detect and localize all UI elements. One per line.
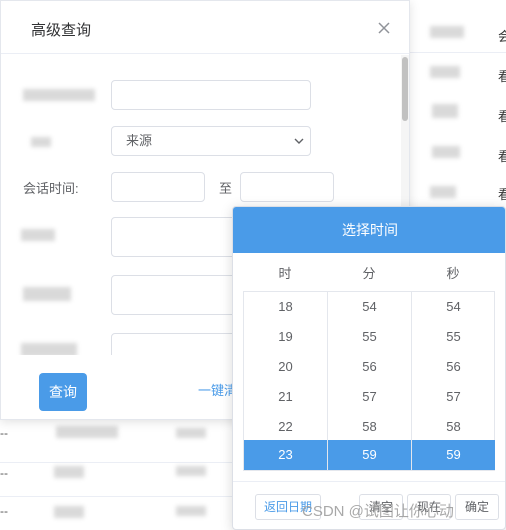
second-column-header: 秒 bbox=[446, 266, 460, 281]
form-label-blurred bbox=[23, 287, 71, 301]
query-button[interactable]: 查询 bbox=[39, 373, 87, 411]
minute-column-header: 分 bbox=[362, 266, 376, 281]
session-time-start-input[interactable] bbox=[111, 172, 205, 202]
form-label-blurred bbox=[31, 137, 51, 147]
blurred-text bbox=[430, 26, 464, 38]
confirm-button[interactable]: 确定 bbox=[455, 494, 499, 520]
form-label-blurred bbox=[23, 89, 95, 101]
minute-option[interactable]: 57 bbox=[328, 382, 411, 412]
hour-option[interactable]: 21 bbox=[244, 382, 327, 412]
second-option[interactable]: 54 bbox=[412, 292, 495, 322]
table-cell: -- bbox=[0, 504, 8, 518]
blurred-text bbox=[176, 466, 206, 476]
second-column: 54 55 56 57 58 59 bbox=[412, 292, 496, 470]
table-cell: 看 bbox=[498, 69, 506, 84]
hour-option-selected[interactable]: 23 bbox=[244, 440, 327, 470]
dialog-header: 高级查询 bbox=[1, 1, 409, 54]
hour-column-header: 时 bbox=[278, 266, 292, 281]
hour-option[interactable]: 18 bbox=[244, 292, 327, 322]
close-icon[interactable] bbox=[373, 17, 395, 39]
session-time-end-input[interactable] bbox=[240, 172, 334, 202]
blurred-text bbox=[430, 66, 460, 78]
table-cell: 看 bbox=[498, 187, 506, 202]
second-option[interactable]: 55 bbox=[412, 322, 495, 352]
source-select[interactable]: 来源 bbox=[111, 126, 311, 156]
source-select-value: 来源 bbox=[126, 133, 153, 148]
minute-option-selected[interactable]: 59 bbox=[328, 440, 411, 470]
scrollbar-thumb[interactable] bbox=[402, 57, 408, 121]
time-picker: 选择时间 时 分 秒 18 19 20 21 22 23 54 55 56 57… bbox=[232, 206, 506, 530]
blurred-text bbox=[176, 506, 206, 516]
time-picker-title: 选择时间 bbox=[233, 207, 505, 253]
table-cell: 会 bbox=[498, 29, 506, 44]
table-cell: 看 bbox=[498, 149, 506, 164]
blurred-text bbox=[432, 146, 460, 158]
second-option-selected[interactable]: 59 bbox=[412, 440, 495, 470]
blurred-text bbox=[432, 104, 458, 118]
form-label-blurred bbox=[21, 229, 55, 241]
blurred-text bbox=[54, 506, 84, 518]
blurred-text bbox=[176, 428, 206, 438]
form-label-blurred bbox=[21, 343, 77, 355]
hour-option[interactable]: 19 bbox=[244, 322, 327, 352]
table-cell: 看 bbox=[498, 109, 506, 124]
chevron-down-icon bbox=[294, 138, 304, 144]
minute-option[interactable]: 54 bbox=[328, 292, 411, 322]
csdn-watermark: CSDN @试图让你心动 bbox=[302, 503, 454, 520]
minute-column: 54 55 56 57 58 59 bbox=[328, 292, 412, 470]
hour-column: 18 19 20 21 22 23 bbox=[244, 292, 328, 470]
blurred-text bbox=[56, 426, 118, 438]
minute-option[interactable]: 56 bbox=[328, 352, 411, 382]
dialog-title: 高级查询 bbox=[31, 22, 92, 39]
second-option[interactable]: 56 bbox=[412, 352, 495, 382]
minute-option[interactable]: 55 bbox=[328, 322, 411, 352]
second-option[interactable]: 57 bbox=[412, 382, 495, 412]
to-label: 至 bbox=[219, 181, 233, 196]
blurred-text bbox=[430, 186, 456, 198]
text-input[interactable] bbox=[111, 80, 311, 110]
hour-option[interactable]: 22 bbox=[244, 412, 327, 442]
minute-option[interactable]: 58 bbox=[328, 412, 411, 442]
table-cell: -- bbox=[0, 466, 8, 480]
blurred-text bbox=[54, 466, 84, 478]
session-time-label: 会话时间: bbox=[23, 181, 79, 196]
table-cell: -- bbox=[0, 426, 8, 440]
second-option[interactable]: 58 bbox=[412, 412, 495, 442]
hour-option[interactable]: 20 bbox=[244, 352, 327, 382]
time-grid: 18 19 20 21 22 23 54 55 56 57 58 59 54 5… bbox=[243, 291, 495, 471]
